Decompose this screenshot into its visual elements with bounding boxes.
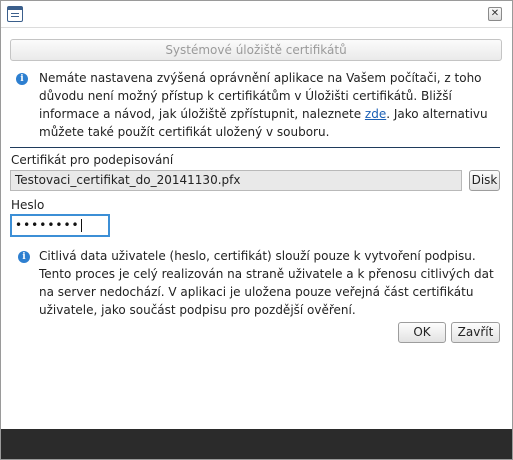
window-app-icon [7, 6, 23, 22]
certificate-file-field[interactable]: Testovaci_certifikat_do_20141130.pfx [10, 170, 462, 191]
password-label: Heslo [11, 198, 45, 212]
close-icon[interactable]: ✕ [488, 7, 502, 21]
info-icon: i [16, 73, 28, 85]
password-input[interactable]: •••••••• [10, 214, 110, 237]
password-masked-value: •••••••• [15, 218, 80, 232]
close-button[interactable]: Zavřít [451, 322, 500, 343]
text-caret [80, 219, 82, 232]
privacy-info-text: Citlivá data uživatele (heslo, certifiká… [39, 249, 494, 317]
system-certificate-store-button: Systémové úložiště certifikátů [10, 39, 502, 61]
info-icon: i [18, 251, 30, 263]
certificate-dialog: ✕ Systémové úložiště certifikátů i Nemát… [0, 0, 513, 460]
privileges-info-text: Nemáte nastavena zvýšená oprávnění aplik… [39, 71, 488, 139]
section-divider [10, 147, 500, 148]
certificate-label: Certifikát pro podepisování [11, 153, 174, 167]
title-bar: ✕ [1, 1, 512, 28]
ok-button[interactable]: OK [398, 322, 446, 343]
help-link[interactable]: zde [365, 107, 386, 121]
footer-bar [1, 429, 512, 459]
disk-browse-button[interactable]: Disk [469, 170, 500, 191]
